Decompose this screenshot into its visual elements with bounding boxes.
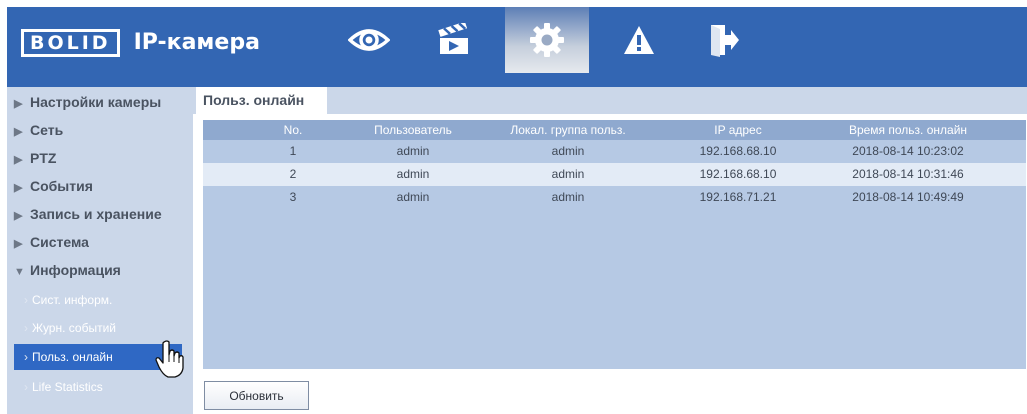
sidebar-item-events[interactable]: ▶ События: [14, 173, 93, 199]
cell-ip: 192.168.68.10: [699, 167, 777, 181]
cell-ip: 192.168.68.10: [699, 144, 777, 158]
sidebar-item-label: Запись и хранение: [30, 206, 162, 222]
main-content: Польз. онлайн No. Пользователь Локал. гр…: [193, 87, 1027, 414]
sidebar-subitem-label: Польз. онлайн: [32, 350, 113, 364]
tab-online-users[interactable]: Польз. онлайн: [196, 87, 327, 114]
warning-icon: [624, 26, 654, 54]
sidebar-item-camera-settings[interactable]: ▶ Настройки камеры: [14, 89, 161, 115]
sidebar-item-label: Система: [30, 234, 89, 250]
column-header-user: Пользователь: [374, 123, 452, 137]
nav-alarm[interactable]: [597, 7, 681, 73]
logout-icon: [711, 25, 739, 57]
sidebar-item-label: PTZ: [30, 150, 57, 166]
sidebar-item-information[interactable]: ▼ Информация: [14, 257, 121, 283]
cell-time: 2018-08-14 10:31:46: [852, 167, 964, 181]
cell-time: 2018-08-14 10:23:02: [852, 144, 964, 158]
online-users-table: No. Пользователь Локал. группа польз. IP…: [203, 120, 1026, 369]
hand-cursor-icon: [155, 340, 184, 378]
sidebar-item-network[interactable]: ▶ Сеть: [14, 117, 63, 143]
table-header: No. Пользователь Локал. группа польз. IP…: [203, 120, 1026, 140]
cell-no: 3: [289, 190, 297, 204]
sidebar-subitem-event-log[interactable]: › Журн. событий: [14, 315, 182, 341]
cell-no: 1: [289, 144, 297, 158]
eye-icon: [348, 29, 390, 51]
column-header-no: No.: [283, 123, 303, 137]
cell-user: admin: [396, 190, 430, 204]
column-header-online-time: Время польз. онлайн: [848, 123, 968, 137]
chevron-right-icon: ›: [24, 321, 28, 335]
nav-logout[interactable]: [682, 7, 766, 73]
sidebar-item-system[interactable]: ▶ Система: [14, 229, 89, 255]
clapperboard-icon: [438, 23, 468, 54]
gear-icon: [530, 23, 564, 57]
sidebar-item-label: События: [30, 178, 93, 194]
sidebar-subitem-label: Сист. информ.: [32, 293, 113, 307]
logo: BOLID IP-камера: [21, 28, 260, 58]
nav-playback[interactable]: [412, 7, 496, 73]
column-header-local-group: Локал. группа польз.: [510, 123, 626, 137]
nav-setup[interactable]: [505, 7, 589, 73]
cell-no: 2: [289, 167, 297, 181]
chevron-right-icon: ›: [24, 293, 28, 307]
sidebar-subitem-system-info[interactable]: › Сист. информ.: [14, 287, 182, 313]
refresh-button[interactable]: Обновить: [204, 381, 309, 410]
cell-group: admin: [551, 144, 585, 158]
column-header-ip-address: IP адрес: [714, 123, 762, 137]
table-row[interactable]: 2 admin admin 192.168.68.10 2018-08-14 1…: [203, 163, 1026, 186]
sidebar-item-storage[interactable]: ▶ Запись и хранение: [14, 201, 162, 227]
tab-strip: Польз. онлайн: [193, 87, 1027, 114]
cell-ip: 192.168.71.21: [699, 190, 777, 204]
sidebar-item-label: Сеть: [30, 122, 64, 138]
sidebar-subitem-label: Life Statistics: [32, 380, 103, 394]
sidebar-item-ptz[interactable]: ▶ PTZ: [14, 145, 56, 171]
app-title: IP-камера: [133, 30, 260, 55]
cell-group: admin: [551, 167, 585, 181]
chevron-right-icon: ›: [24, 350, 28, 364]
sidebar-subitem-label: Журн. событий: [32, 321, 116, 335]
sidebar-item-label: Информация: [30, 262, 121, 278]
chevron-right-icon: ›: [24, 380, 28, 394]
cell-user: admin: [396, 167, 430, 181]
logo-mark: BOLID: [21, 29, 120, 57]
table-row[interactable]: 1 admin admin 192.168.68.10 2018-08-14 1…: [203, 140, 1026, 163]
cell-user: admin: [396, 144, 430, 158]
top-bar: BOLID IP-камера: [7, 7, 1027, 87]
nav-live-view[interactable]: [327, 7, 411, 73]
cell-time: 2018-08-14 10:49:49: [852, 190, 964, 204]
sidebar-item-label: Настройки камеры: [30, 94, 162, 110]
table-row[interactable]: 3 admin admin 192.168.71.21 2018-08-14 1…: [203, 186, 1026, 209]
cell-group: admin: [551, 190, 585, 204]
